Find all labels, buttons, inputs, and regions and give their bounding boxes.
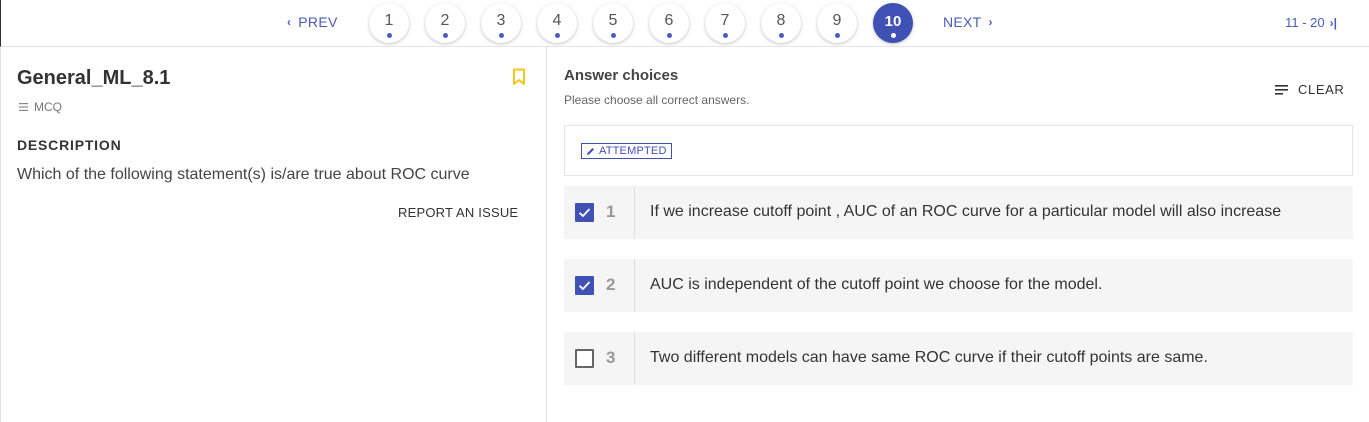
page-button-2[interactable]: 2 [425,3,465,43]
lines-icon [19,103,28,111]
question-title: General_ML_8.1 [17,67,171,89]
chevron-right-bar-icon: ›| [1329,15,1337,30]
pencil-icon [587,147,594,155]
answers-subtitle: Please choose all correct answers. [564,93,750,107]
attempted-dot [386,33,392,38]
page-number-list: 1 2 3 4 5 6 7 8 9 10 [369,3,913,43]
chevron-left-icon: ‹ [287,15,292,29]
attempted-dot [442,33,448,38]
page-button-3[interactable]: 3 [481,3,521,43]
checkbox-checked[interactable] [575,276,594,295]
answers-title: Answer choices [564,67,679,84]
checkbox-checked[interactable] [575,203,594,222]
prev-label: PREV [298,14,338,30]
page-button-6[interactable]: 6 [649,3,689,43]
next-range-button[interactable]: 11 - 20 ›| [1285,15,1337,30]
option-divider [634,186,635,239]
attempted-dot [778,33,784,38]
option-text: AUC is independent of the cutoff point w… [650,276,1103,293]
page-button-8[interactable]: 8 [761,3,801,43]
answers-panel: Answer choices Please choose all correct… [548,47,1369,422]
option-divider [634,259,635,312]
question-type: MCQ [19,100,62,114]
attempted-dot [834,33,840,38]
option-text: Two different models can have same ROC c… [650,349,1208,366]
bookmark-icon[interactable] [512,68,526,86]
status-badge-label: ATTEMPTED [599,145,667,157]
question-panel: General_ML_8.1 MCQ DESCRIPTION Which of … [0,47,547,422]
page-button-7[interactable]: 7 [705,3,745,43]
question-type-label: MCQ [34,100,62,114]
answer-option-1[interactable]: 1 If we increase cutoff point , AUC of a… [564,186,1353,239]
range-label: 11 - 20 [1285,15,1325,30]
attempted-dot [890,33,896,38]
attempted-dot [722,33,728,38]
checkbox-unchecked[interactable] [575,349,594,368]
option-index: 2 [606,275,616,294]
checkmark-icon [578,281,591,291]
page-button-5[interactable]: 5 [593,3,633,43]
next-label: NEXT [943,14,982,30]
option-divider [634,332,635,385]
attempted-dot [498,33,504,38]
attempted-dot [666,33,672,38]
attempted-dot [554,33,560,38]
checkmark-icon [578,208,591,218]
option-index: 1 [606,202,616,221]
next-button[interactable]: NEXT › [943,14,993,30]
option-text: If we increase cutoff point , AUC of an … [650,203,1282,220]
answer-option-3[interactable]: 3 Two different models can have same ROC… [564,332,1353,385]
report-issue-link[interactable]: REPORT AN ISSUE [398,205,518,220]
page-button-4[interactable]: 4 [537,3,577,43]
status-badge: ATTEMPTED [581,143,672,159]
page-button-9[interactable]: 9 [817,3,857,43]
option-index: 3 [606,348,616,367]
prev-button[interactable]: ‹ PREV [287,14,338,30]
page-button-1[interactable]: 1 [369,3,409,43]
clear-button[interactable]: CLEAR [1275,82,1344,97]
page-button-10-active[interactable]: 10 [873,3,913,43]
description-text: Which of the following statement(s) is/a… [17,166,470,183]
clear-lines-icon [1275,84,1288,95]
pagination-bar: ‹ PREV 1 2 3 4 5 6 7 8 9 10 NEXT › 11 - … [0,0,1369,47]
description-heading: DESCRIPTION [17,137,122,153]
clear-label: CLEAR [1298,82,1345,97]
attempted-dot [610,33,616,38]
chevron-right-icon: › [988,15,993,29]
status-box: ATTEMPTED [564,125,1353,176]
answer-option-2[interactable]: 2 AUC is independent of the cutoff point… [564,259,1353,312]
